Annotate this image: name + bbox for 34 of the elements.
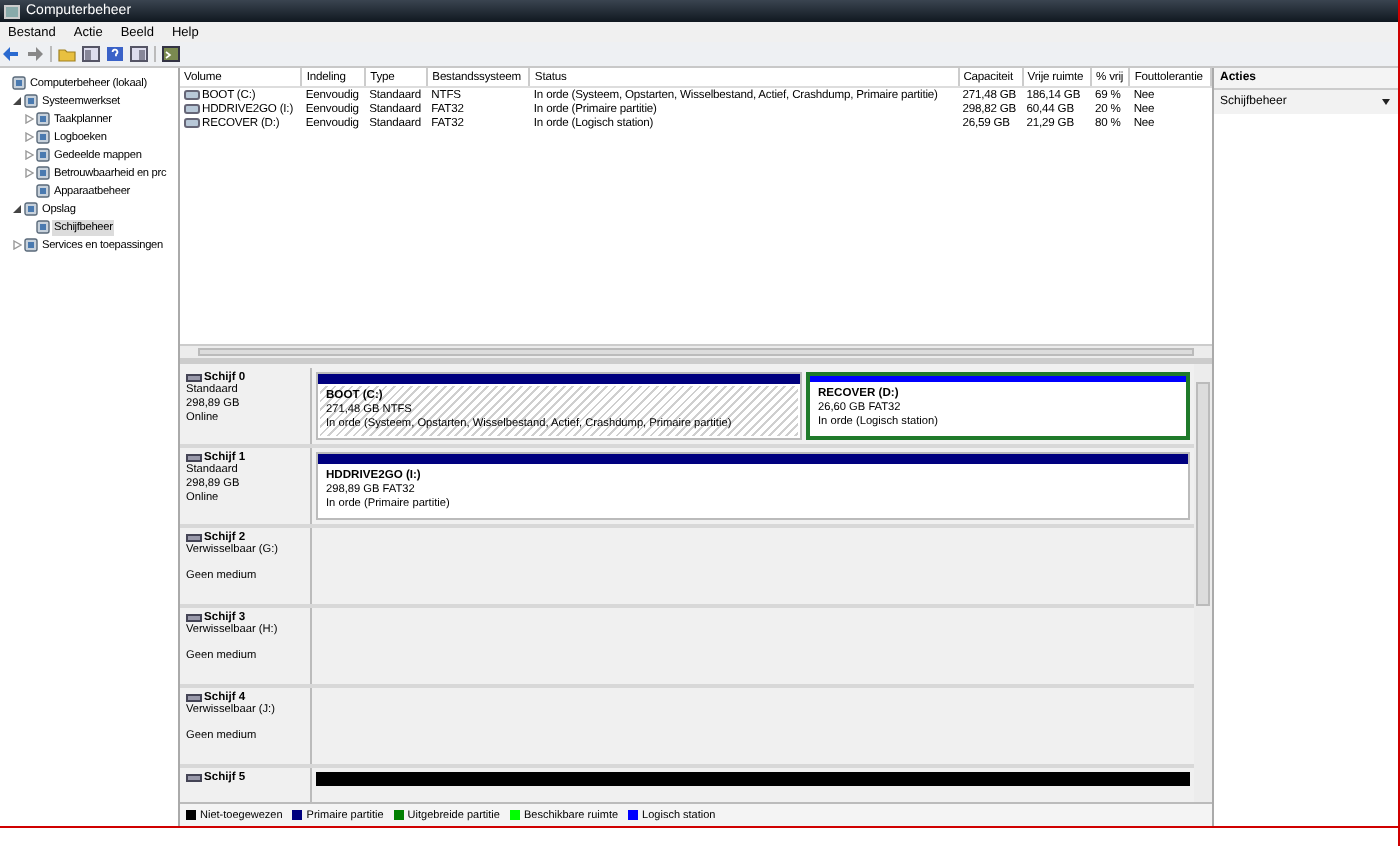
tree-node-icon — [24, 94, 38, 108]
collapsed-triangle-icon[interactable] — [12, 240, 22, 250]
drive-icon — [186, 534, 202, 542]
panel-icon[interactable] — [130, 46, 148, 62]
tree-node-icon — [24, 202, 38, 216]
expanded-triangle-icon[interactable] — [12, 96, 22, 106]
tree-node-icon — [36, 130, 50, 144]
tree-node-icon — [36, 220, 50, 234]
caret-icon — [1382, 98, 1390, 106]
window-icon — [4, 3, 20, 19]
horizontal-scrollbar[interactable] — [180, 344, 1212, 360]
tree-node-icon — [36, 184, 50, 198]
help-icon[interactable] — [106, 46, 124, 62]
drive-icon — [186, 694, 202, 702]
forward-arrow-icon[interactable] — [26, 46, 44, 62]
vertical-scrollbar[interactable] — [1194, 364, 1212, 802]
console-icon[interactable] — [162, 46, 180, 62]
collapsed-triangle-icon[interactable] — [24, 114, 34, 124]
collapsed-triangle-icon[interactable] — [24, 150, 34, 160]
tree-node-icon — [36, 148, 50, 162]
collapsed-triangle-icon[interactable] — [24, 168, 34, 178]
drive-icon — [186, 614, 202, 622]
collapsed-triangle-icon[interactable] — [24, 132, 34, 142]
drive-icon — [186, 374, 202, 382]
tree-node-icon — [24, 238, 38, 252]
expanded-triangle-icon[interactable] — [12, 204, 22, 214]
tree-node-icon — [36, 112, 50, 126]
back-arrow-icon[interactable] — [2, 46, 20, 62]
tree-node-icon — [36, 166, 50, 180]
drive-icon — [186, 774, 202, 782]
panel-icon[interactable] — [82, 46, 100, 62]
drive-icon — [186, 454, 202, 462]
tree-node-icon — [12, 76, 26, 90]
folder-icon[interactable] — [58, 46, 76, 62]
